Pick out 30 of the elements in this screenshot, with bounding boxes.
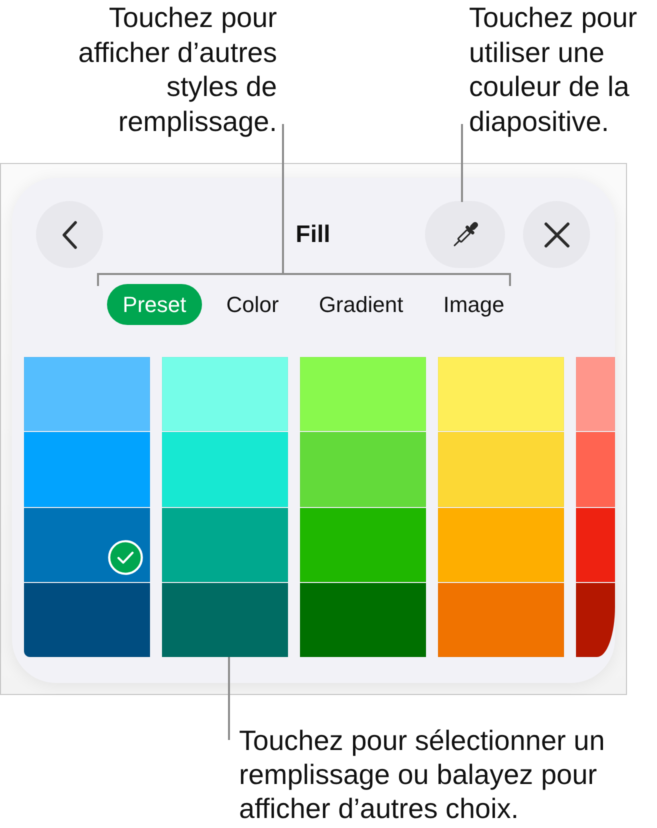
callout-text: Touchez pour afficher d’autres styles de remplissage. — [77, 1, 277, 139]
tab[interactable]: Gradient — [302, 284, 420, 325]
color-swatch[interactable] — [438, 508, 564, 582]
close-icon — [544, 222, 570, 248]
color-swatch[interactable] — [162, 582, 288, 657]
callout-text: Touchez pour sélectionner un remplissage ou balayez pour afficher d’autres choix. — [239, 724, 606, 826]
color-swatch[interactable] — [438, 357, 564, 432]
color-swatch[interactable] — [576, 357, 615, 432]
color-swatch[interactable] — [24, 357, 150, 432]
color-swatch[interactable] — [300, 508, 426, 582]
color-swatch[interactable] — [576, 582, 615, 657]
color-swatch[interactable] — [162, 432, 288, 506]
color-swatch[interactable] — [162, 508, 288, 582]
color-swatch[interactable] — [576, 508, 615, 582]
tab[interactable]: Image — [427, 284, 520, 325]
color-swatch[interactable] — [438, 582, 564, 657]
color-swatch[interactable] — [162, 357, 288, 432]
color-swatch[interactable] — [300, 432, 426, 506]
color-swatch[interactable] — [438, 432, 564, 506]
tab[interactable]: Color — [210, 284, 295, 325]
checkmark-icon — [108, 540, 143, 575]
color-swatch[interactable] — [24, 508, 150, 582]
color-swatch[interactable] — [576, 432, 615, 506]
callout-text: Touchez pour utiliser une couleur de la diapositive. — [469, 1, 638, 139]
color-swatch[interactable] — [300, 582, 426, 657]
color-swatch[interactable] — [300, 357, 426, 432]
popover-title: Fill — [296, 220, 330, 248]
color-swatch[interactable] — [24, 432, 150, 506]
chevron-left-icon — [62, 220, 77, 248]
color-swatch[interactable] — [24, 582, 150, 657]
